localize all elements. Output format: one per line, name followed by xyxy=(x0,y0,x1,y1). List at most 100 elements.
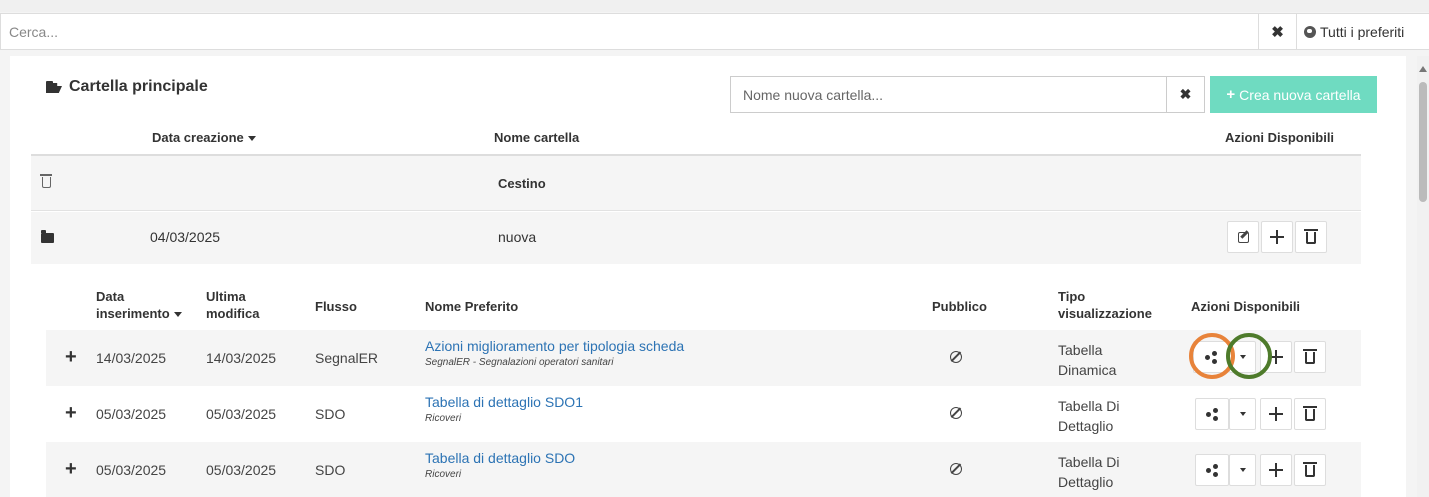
move-icon xyxy=(1269,407,1283,421)
share-button[interactable] xyxy=(1195,454,1229,486)
move-button[interactable] xyxy=(1260,454,1292,486)
visualization-type: Tabella Dinamica xyxy=(1058,340,1116,380)
folder-title-label: Cartella principale xyxy=(69,78,208,95)
col-azioni: Azioni Disponibili xyxy=(1225,130,1335,145)
favorite-subtitle: SegnalER - Segnalazioni operatori sanita… xyxy=(425,357,614,368)
sort-caret-icon xyxy=(247,136,256,142)
col-tipo-visualizzazione: Tipo visualizzazione xyxy=(1058,288,1152,322)
col-nome-cartella: Nome cartella xyxy=(494,130,580,145)
share-dropdown-button[interactable] xyxy=(1229,398,1256,430)
scroll-thumb[interactable] xyxy=(1419,82,1427,202)
col-pubblico: Pubblico xyxy=(932,299,987,314)
col-data-inserimento[interactable]: Data inserimento xyxy=(96,288,182,322)
col-nome-preferito: Nome Preferito xyxy=(425,299,519,314)
all-favorites-button[interactable]: Tutti i preferiti xyxy=(1298,14,1429,49)
trash-icon xyxy=(1303,462,1317,477)
expand-plus-icon[interactable]: + xyxy=(65,403,77,423)
favorite-row[interactable]: + 05/03/2025 05/03/2025 SDO Tabella di d… xyxy=(46,442,1361,497)
expand-plus-icon[interactable]: + xyxy=(65,347,77,367)
scroll-up-arrow-icon[interactable] xyxy=(1419,66,1427,72)
ban-icon xyxy=(950,407,962,419)
date-inserted: 05/03/2025 xyxy=(96,462,167,478)
move-folder-button[interactable] xyxy=(1261,221,1293,253)
favorite-link[interactable]: Azioni miglioramento per tipologia sched… xyxy=(425,338,684,354)
favorite-subtitle: Ricoveri xyxy=(425,469,462,480)
folder-row[interactable]: 04/03/2025 nuova xyxy=(31,212,1361,264)
caret-down-icon xyxy=(1239,412,1246,416)
favorite-name: Tabella di dettaglio SDO Ricoveri xyxy=(425,450,575,480)
visualization-type: Tabella Di Dettaglio xyxy=(1058,452,1119,492)
move-button[interactable] xyxy=(1260,341,1292,373)
new-folder-input[interactable] xyxy=(730,76,1167,113)
search-clear-button[interactable]: ✖ xyxy=(1259,14,1297,49)
flow: SDO xyxy=(315,462,346,478)
create-folder-button[interactable]: + Crea nuova cartella xyxy=(1210,76,1377,113)
date-modified: 05/03/2025 xyxy=(206,462,277,478)
favorite-link[interactable]: Tabella di dettaglio SDO xyxy=(425,450,575,466)
folder-row-trash[interactable]: Cestino xyxy=(31,156,1361,211)
times-icon: ✖ xyxy=(1179,86,1192,102)
plus-icon: + xyxy=(1226,86,1236,103)
type-line: Dettaglio xyxy=(1058,418,1114,434)
move-button[interactable] xyxy=(1260,398,1292,430)
type-line: Dettaglio xyxy=(1058,474,1114,490)
delete-button[interactable] xyxy=(1294,398,1326,430)
date-modified: 14/03/2025 xyxy=(206,350,277,366)
move-icon xyxy=(1269,350,1283,364)
type-line: Dinamica xyxy=(1058,362,1117,378)
caret-down-icon xyxy=(1239,468,1246,472)
type-line: Tabella Di xyxy=(1058,398,1120,414)
folder-table-header: Data creazione Nome cartella Azioni Disp… xyxy=(31,118,1361,156)
share-button[interactable] xyxy=(1195,398,1229,430)
sort-caret-icon xyxy=(173,312,182,318)
favorite-subtitle: Ricoveri xyxy=(425,413,462,424)
favorite-name: Tabella di dettaglio SDO1 Ricoveri xyxy=(425,394,583,424)
share-dropdown-button[interactable] xyxy=(1229,341,1256,373)
col-label: inserimento xyxy=(96,306,170,321)
col-label: Data xyxy=(96,289,125,304)
folder-open-icon xyxy=(46,81,63,93)
edit-folder-button[interactable] xyxy=(1227,221,1259,253)
folder-name: nuova xyxy=(498,229,537,245)
vertical-scrollbar[interactable] xyxy=(1417,56,1429,497)
edit-icon xyxy=(1237,231,1249,243)
type-line: Tabella xyxy=(1058,342,1103,358)
favorites-panel: Cartella principale ✖ + Crea nuova carte… xyxy=(10,56,1406,497)
folder-name: Cestino xyxy=(498,176,546,191)
favorite-link[interactable]: Tabella di dettaglio SDO1 xyxy=(425,394,583,410)
date-inserted: 05/03/2025 xyxy=(96,406,167,422)
share-icon xyxy=(1205,351,1217,364)
favorite-row[interactable]: + 05/03/2025 05/03/2025 SDO Tabella di d… xyxy=(46,386,1361,442)
globe-icon xyxy=(1304,25,1316,38)
delete-folder-button[interactable] xyxy=(1295,221,1327,253)
col-data-creazione[interactable]: Data creazione xyxy=(152,130,256,145)
favorite-name: Azioni miglioramento per tipologia sched… xyxy=(425,338,684,368)
col-label: Tipo xyxy=(1058,289,1086,304)
visualization-type: Tabella Di Dettaglio xyxy=(1058,396,1119,436)
caret-down-icon xyxy=(1239,355,1246,359)
trash-icon xyxy=(1303,406,1317,421)
col-ultima-modifica: Ultima modifica xyxy=(206,288,259,322)
move-icon xyxy=(1270,230,1284,244)
new-folder-clear-button[interactable]: ✖ xyxy=(1167,76,1205,113)
delete-button[interactable] xyxy=(1294,454,1326,486)
share-dropdown-button[interactable] xyxy=(1229,454,1256,486)
col-label: visualizzazione xyxy=(1058,306,1152,321)
share-icon xyxy=(1206,408,1218,421)
favorites-table-header: Data inserimento Ultima modifica Flusso No… xyxy=(46,282,1361,330)
ban-icon xyxy=(950,351,962,363)
type-line: Tabella Di xyxy=(1058,454,1120,470)
trash-icon xyxy=(1303,349,1317,364)
favorite-row[interactable]: + 14/03/2025 14/03/2025 SegnalER Azioni … xyxy=(46,330,1361,386)
share-button[interactable] xyxy=(1193,341,1229,373)
col-azioni: Azioni Disponibili xyxy=(1191,299,1301,314)
share-icon xyxy=(1206,464,1218,477)
search-input[interactable] xyxy=(1,14,1259,49)
col-label: Ultima xyxy=(206,289,246,304)
trash-icon xyxy=(40,174,52,188)
date-inserted: 14/03/2025 xyxy=(96,350,167,366)
search-bar: ✖ Tutti i preferiti xyxy=(0,13,1429,50)
folder-icon xyxy=(41,230,54,243)
expand-plus-icon[interactable]: + xyxy=(65,459,77,479)
delete-button[interactable] xyxy=(1294,341,1326,373)
